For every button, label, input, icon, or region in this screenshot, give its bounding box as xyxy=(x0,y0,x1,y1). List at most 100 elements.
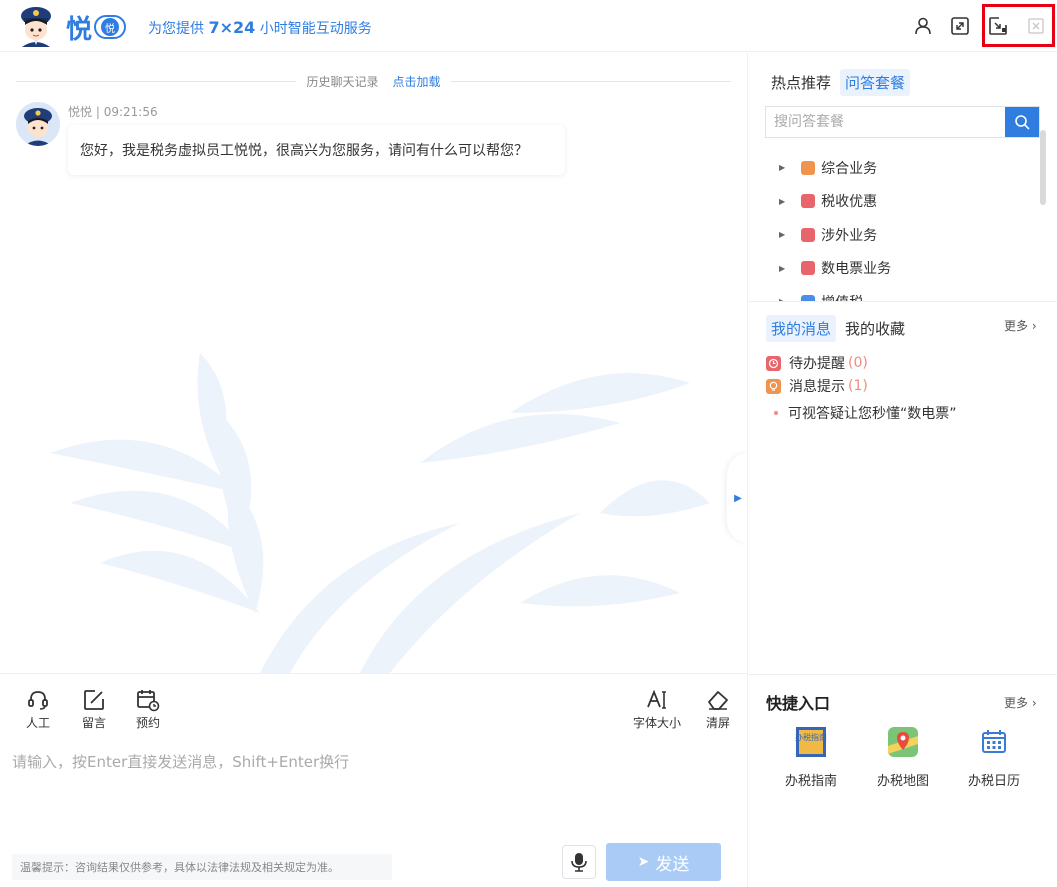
font-size-label: 字体大小 xyxy=(633,716,682,730)
book-icon xyxy=(801,227,816,242)
send-label: 发送 xyxy=(655,854,690,875)
todo-reminder[interactable]: 待办提醒 (0) xyxy=(766,353,868,373)
tree-scrollbar[interactable] xyxy=(1040,130,1046,205)
tree-item-e-invoice[interactable]: ▶ 数电票业务 xyxy=(765,252,1040,286)
message-time: 09:21:56 xyxy=(103,105,158,119)
lightbulb-icon xyxy=(766,378,781,394)
message-tabs: 我的消息 我的收藏 xyxy=(766,315,914,342)
caret-right-icon: ▶ xyxy=(779,263,786,273)
quick-tax-map[interactable]: 办税地图 xyxy=(863,726,943,789)
tree-item-label: 综合业务 xyxy=(821,160,878,177)
send-arrow-icon: ➤ xyxy=(637,854,650,870)
qa-tabs: 热点推荐 问答套餐 xyxy=(766,69,914,96)
caret-right-icon: ▶ xyxy=(734,492,742,504)
history-text: 历史聊天记录 xyxy=(306,74,379,89)
highlight-box xyxy=(982,4,1055,47)
notice-item[interactable]: 可视答疑让您秒懂“数电票” xyxy=(774,403,957,423)
tagline-suffix: 小时智能互动服务 xyxy=(255,21,372,37)
quick-item-label: 办税地图 xyxy=(876,774,929,789)
tree-item-label: 数电票业务 xyxy=(821,261,892,278)
notice-label: 消息提示 xyxy=(789,379,845,395)
brand-logo: 悦 悦 xyxy=(66,10,127,45)
more-label: 更多 xyxy=(1004,319,1029,333)
calendar-icon xyxy=(982,730,1006,753)
tagline-prefix: 为您提供 xyxy=(148,21,209,37)
leave-message-label: 留言 xyxy=(82,716,107,730)
caret-right-icon: ▶ xyxy=(779,196,786,206)
eraser-icon xyxy=(708,691,728,710)
divider-line xyxy=(16,80,297,82)
tree-item-label: 增值税 xyxy=(821,292,863,301)
edit-icon xyxy=(84,690,104,710)
tagline-hours: 7×24 xyxy=(208,18,256,37)
tax-guide-icon-text: 办税指南 xyxy=(795,732,827,742)
quick-tax-guide[interactable]: 办税指南 办税指南 xyxy=(771,726,851,789)
service-tagline: 为您提供 7×24 小时智能互动服务 xyxy=(148,18,372,38)
quick-tax-calendar[interactable]: 办税日历 xyxy=(954,726,1034,789)
headset-icon xyxy=(28,691,48,710)
notice-count: (1) xyxy=(848,378,868,394)
tab-my-messages[interactable]: 我的消息 xyxy=(766,315,837,342)
microphone-icon xyxy=(571,853,587,872)
tab-my-favorites[interactable]: 我的收藏 xyxy=(840,315,910,342)
tree-item-vat[interactable]: ▶增值税 xyxy=(765,285,1040,301)
history-label: 历史聊天记录 点击加载 xyxy=(306,73,440,90)
tab-hot-recommend[interactable]: 热点推荐 xyxy=(766,69,836,96)
brand-badge-text: 悦 xyxy=(101,18,120,36)
book-icon xyxy=(801,194,816,209)
message-avatar xyxy=(16,102,60,146)
message-bubble: 您好，我是税务虚拟员工悦悦，很高兴为您服务，请问有什么可以帮您？ xyxy=(68,125,565,175)
clear-screen-button[interactable]: 清屏 xyxy=(706,688,730,731)
divider-line xyxy=(450,80,731,82)
history-divider: 历史聊天记录 点击加载 xyxy=(16,73,731,89)
todo-count: (0) xyxy=(848,355,868,371)
tree-item-label: 涉外业务 xyxy=(821,227,878,244)
chat-panel: 历史聊天记录 点击加载 悦悦 | 09:21:56 您好，我是税务虚拟员工悦悦，很… xyxy=(0,53,747,673)
send-button[interactable]: ➤ 发送 xyxy=(606,843,721,881)
tree-item-foreign[interactable]: ▶ 涉外业务 xyxy=(765,218,1040,252)
qa-tree: ▶ 综合业务 ▶ 税收优惠 ▶ 涉外业务 ▶ 数电票业务 ▶增值税 xyxy=(765,151,1040,301)
book-icon xyxy=(801,261,816,276)
tax-guide-icon: 办税指南 xyxy=(795,727,827,757)
caret-right-icon: ▶ xyxy=(779,230,786,240)
brand-char: 悦 xyxy=(66,14,93,45)
reserve-label: 预约 xyxy=(136,716,161,730)
voice-input-button[interactable] xyxy=(562,845,596,879)
qa-search-input[interactable] xyxy=(766,107,1005,137)
quick-entry-title: 快捷入口 xyxy=(766,694,831,713)
clear-screen-label: 清屏 xyxy=(706,716,731,730)
search-button[interactable] xyxy=(1005,107,1039,137)
tree-item-label: 税收优惠 xyxy=(821,194,878,211)
leave-message-button[interactable]: 留言 xyxy=(82,688,106,731)
quick-item-label: 办税日历 xyxy=(967,774,1020,789)
assistant-avatar xyxy=(21,7,51,47)
human-service-button[interactable]: 人工 xyxy=(26,688,50,731)
divider xyxy=(748,674,1057,675)
expand-icon[interactable] xyxy=(948,14,972,38)
warm-tip: 温馨提示：咨询结果仅供参考，具体以法律法规及相关规定为准。 xyxy=(12,854,392,880)
todo-label: 待办提醒 xyxy=(789,356,845,372)
messages-more-link[interactable]: 更多 › xyxy=(1004,317,1037,334)
human-service-label: 人工 xyxy=(26,716,51,730)
font-size-button[interactable]: 字体大小 xyxy=(633,688,681,731)
notice-reminder[interactable]: 消息提示 (1) xyxy=(766,376,868,396)
tree-item-tax-preference[interactable]: ▶ 税收优惠 xyxy=(765,185,1040,219)
more-label: 更多 xyxy=(1004,696,1029,710)
clock-icon xyxy=(766,355,781,371)
quick-more-link[interactable]: 更多 › xyxy=(1004,694,1037,711)
load-history-link[interactable]: 点击加载 xyxy=(393,75,441,89)
notice-item-text: 可视答疑让您秒懂“数电票” xyxy=(788,406,957,422)
wheat-watermark-icon xyxy=(50,353,710,673)
collapse-panel-toggle[interactable]: ▶ xyxy=(727,453,747,543)
search-icon xyxy=(1015,115,1030,130)
tree-item-general[interactable]: ▶ 综合业务 xyxy=(765,151,1040,185)
bullet-icon xyxy=(774,411,778,415)
calendar-clock-icon xyxy=(137,690,160,712)
message-sender: 悦悦 xyxy=(68,105,93,119)
reserve-button[interactable]: 预约 xyxy=(136,688,160,731)
divider xyxy=(748,301,1057,302)
caret-right-icon: ▶ xyxy=(779,163,786,173)
message-input[interactable] xyxy=(12,750,732,774)
tab-qa-package[interactable]: 问答套餐 xyxy=(840,69,911,96)
user-icon[interactable] xyxy=(911,14,935,38)
